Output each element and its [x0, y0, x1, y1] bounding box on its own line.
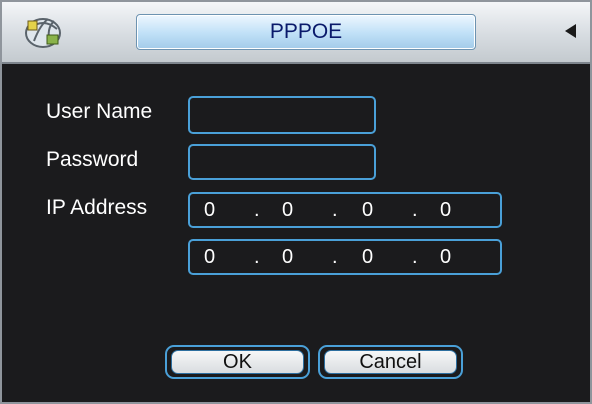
pppoe-dialog: PPPOE User Name Password IP Address 0 . … — [0, 0, 592, 404]
ip-octet-3[interactable]: 0 — [362, 199, 373, 222]
ip-octet-3[interactable]: 0 — [362, 246, 373, 269]
ok-button-label: OK — [171, 350, 304, 374]
ip-octet-1[interactable]: 0 — [204, 246, 215, 269]
ip-separator: . — [254, 246, 260, 268]
password-input[interactable] — [188, 144, 376, 180]
user-name-input[interactable] — [188, 96, 376, 134]
ok-button[interactable]: OK — [165, 345, 310, 379]
ip-separator: . — [412, 199, 418, 221]
ip-separator: . — [412, 246, 418, 268]
dialog-title: PPPOE — [136, 14, 476, 50]
ip-address-input-2[interactable]: 0 . 0 . 0 . 0 — [188, 239, 502, 275]
password-label: Password — [46, 148, 139, 171]
ip-octet-4[interactable]: 0 — [440, 199, 451, 222]
ip-separator: . — [254, 199, 260, 221]
back-arrow-icon[interactable] — [565, 24, 576, 38]
ip-separator: . — [332, 246, 338, 268]
ip-octet-2[interactable]: 0 — [282, 246, 293, 269]
title-bar: PPPOE — [2, 2, 590, 64]
ip-address-label: IP Address — [46, 196, 148, 219]
user-name-label: User Name — [46, 100, 153, 123]
ip-octet-1[interactable]: 0 — [204, 199, 215, 222]
cancel-button[interactable]: Cancel — [318, 345, 463, 379]
cancel-button-label: Cancel — [324, 350, 457, 374]
ip-octet-4[interactable]: 0 — [440, 246, 451, 269]
ip-octet-2[interactable]: 0 — [282, 199, 293, 222]
ip-separator: . — [332, 199, 338, 221]
ip-address-input[interactable]: 0 . 0 . 0 . 0 — [188, 192, 502, 228]
network-globe-icon — [20, 11, 66, 51]
